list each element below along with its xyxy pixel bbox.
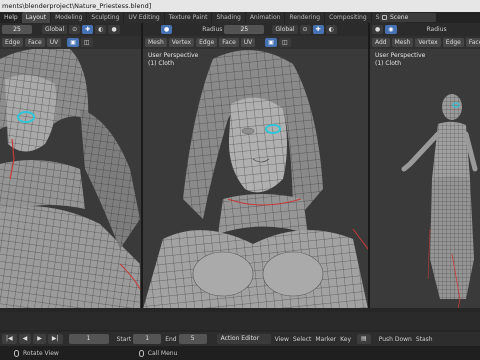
scene-selector[interactable]: Scene <box>380 13 436 22</box>
viewport-center-header: ● Radius 25 Global ⊙ ✚ ◐ <box>143 23 368 36</box>
menu-key[interactable]: Key <box>340 336 351 343</box>
status-bar: Rotate View Call Menu <box>0 346 480 360</box>
start-label: Start <box>116 335 132 343</box>
viewport-left-header: 25 Global ⊙ ✚ ◐ ● <box>0 23 141 36</box>
action-icon[interactable]: ▤ <box>357 334 371 344</box>
menu-edge[interactable]: Edge <box>196 38 218 47</box>
menu-mesh[interactable]: Mesh <box>145 38 167 47</box>
status-menu-text: Call Menu <box>147 349 178 357</box>
menu-uv[interactable]: UV <box>240 38 256 47</box>
tab-texture-paint[interactable]: Texture Paint <box>164 12 212 23</box>
workspace-bar: Help Layout Modeling Sculpting UV Editin… <box>0 12 480 23</box>
radius-label: Radius <box>202 26 223 33</box>
menu-edge[interactable]: Edge <box>2 38 24 47</box>
viewport-right[interactable]: ● ◉ Radius Add Mesh Vertex Edge Face Use… <box>370 23 480 308</box>
viewport-right-header: ● ◉ Radius <box>370 23 480 36</box>
select-mode-icon[interactable]: ▣ <box>265 38 277 47</box>
end-frame-field[interactable]: 5 <box>178 334 207 344</box>
stash-button[interactable]: Stash <box>416 336 433 343</box>
menu-face[interactable]: Face <box>219 38 239 47</box>
scene-icon <box>382 15 387 20</box>
snap-icon[interactable]: ✚ <box>82 25 94 34</box>
status-rotate: Rotate View <box>14 349 59 357</box>
overlay-icon[interactable]: ◐ <box>325 25 337 34</box>
radius-field[interactable]: 25 <box>2 25 32 34</box>
menu-face[interactable]: Face <box>465 38 480 47</box>
window-title: ments\blenderproject\Nature_Priestess.bl… <box>0 0 480 12</box>
mesh-view-center <box>143 50 368 308</box>
pivot-icon[interactable]: ⊙ <box>299 25 311 34</box>
current-frame-field[interactable]: 1 <box>68 334 109 344</box>
mesh-view-right <box>401 94 478 308</box>
viewport-left-menus: Edge Face UV ▣ ◫ <box>0 36 141 49</box>
tab-sculpting[interactable]: Sculpting <box>87 12 124 23</box>
tab-modeling[interactable]: Modeling <box>51 12 87 23</box>
viewport-right-menus: Add Mesh Vertex Edge Face <box>370 36 480 49</box>
tab-animation[interactable]: Animation <box>245 12 285 23</box>
xray-icon[interactable]: ◫ <box>80 38 93 47</box>
jump-end-icon[interactable]: ▶| <box>47 334 63 344</box>
menu-edge[interactable]: Edge <box>442 38 464 47</box>
arm-shape <box>401 131 441 172</box>
viewport-center-menus: Mesh Vertex Edge Face UV ▣ ◫ <box>143 36 368 49</box>
timeline-controls: |◀ ◀ ▶ ▶| 1 Start 1 End 5 Action Editor … <box>0 332 480 346</box>
viewport-center[interactable]: ● Radius 25 Global ⊙ ✚ ◐ Mesh Vertex Edg… <box>143 23 368 308</box>
menu-marker[interactable]: Marker <box>315 336 336 343</box>
start-frame-field[interactable]: 1 <box>133 334 162 344</box>
menu-face[interactable]: Face <box>25 38 45 47</box>
menu-add[interactable]: Add <box>372 38 390 47</box>
menu-uv[interactable]: UV <box>46 38 62 47</box>
mouse-right-icon <box>138 349 144 357</box>
menu-help[interactable]: Help <box>0 14 22 21</box>
scene-name: Scene <box>390 14 409 21</box>
tab-shading[interactable]: Shading <box>212 12 245 23</box>
status-rotate-text: Rotate View <box>23 349 59 357</box>
menu-vertex[interactable]: Vertex <box>415 38 441 47</box>
tab-compositing[interactable]: Compositing <box>325 12 371 23</box>
viewport-left[interactable]: 25 Global ⊙ ✚ ◐ ● Edge Face UV ▣ ◫ <box>0 23 141 308</box>
menu-view[interactable]: View <box>275 336 289 343</box>
proportional-icon[interactable]: ● <box>108 25 120 34</box>
editor-type-dropdown[interactable]: Action Editor <box>216 334 271 344</box>
push-down-button[interactable]: Push Down <box>379 336 412 343</box>
radius-field[interactable]: 25 <box>224 25 265 34</box>
orientation-dropdown[interactable]: Global <box>272 25 298 34</box>
snap-icon[interactable]: ✚ <box>312 25 324 34</box>
brush-icon[interactable]: ● <box>161 25 173 34</box>
pivot-icon[interactable]: ⊙ <box>69 25 81 34</box>
play-reverse-icon[interactable]: ◀ <box>18 334 32 344</box>
timeline-strip[interactable] <box>0 312 480 330</box>
mouse-middle-icon <box>14 349 19 357</box>
mode-icon[interactable]: ◉ <box>385 25 397 34</box>
radius-label: Radius <box>426 26 447 33</box>
end-label: End <box>165 335 177 343</box>
jump-start-icon[interactable]: |◀ <box>2 334 17 344</box>
tab-rendering[interactable]: Rendering <box>285 12 325 23</box>
overlay-icon[interactable]: ◐ <box>95 25 107 34</box>
menu-mesh[interactable]: Mesh <box>391 38 414 47</box>
menu-vertex[interactable]: Vertex <box>168 38 195 47</box>
tab-uv-editing[interactable]: UV Editing <box>124 12 164 23</box>
tab-layout[interactable]: Layout <box>21 12 51 23</box>
status-menu: Call Menu <box>138 349 178 357</box>
brush-icon[interactable]: ● <box>372 25 384 34</box>
select-mode-icon[interactable]: ▣ <box>67 38 79 47</box>
play-icon[interactable]: ▶ <box>33 334 46 344</box>
mesh-view-left <box>0 49 141 308</box>
timeline-area: |◀ ◀ ▶ ▶| 1 Start 1 End 5 Action Editor … <box>0 308 480 346</box>
eye-left <box>241 127 255 135</box>
xray-icon[interactable]: ◫ <box>278 38 291 47</box>
menu-select[interactable]: Select <box>293 336 312 343</box>
orientation-dropdown[interactable]: Global <box>42 25 68 34</box>
